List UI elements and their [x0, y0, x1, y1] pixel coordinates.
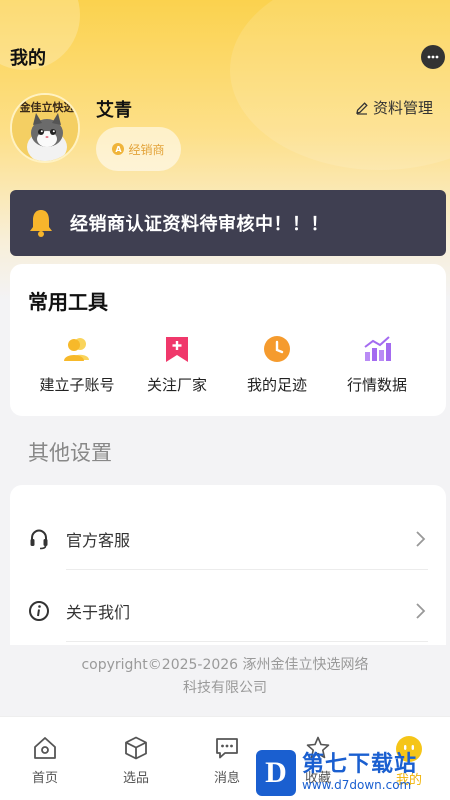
chevron-right-icon — [416, 531, 426, 547]
users-icon — [64, 338, 89, 361]
tab-messages[interactable]: 消息 — [192, 735, 262, 786]
settings-item-about-us[interactable]: 关于我们 — [10, 581, 446, 641]
tab-label: 首页 — [31, 771, 58, 786]
tool-label: 行情数据 — [346, 376, 407, 394]
settings-list: 官方客服 关于我们 — [10, 485, 446, 645]
edit-icon — [356, 101, 368, 115]
avatar-caption: 金佳立快选 — [19, 101, 75, 114]
watermark-title: 第七下载站 — [302, 752, 418, 777]
headset-icon — [30, 529, 48, 550]
settings-item-label: 关于我们 — [66, 603, 131, 622]
tool-label: 关注厂家 — [146, 376, 207, 394]
tool-create-subaccount[interactable]: 建立子账号 — [22, 334, 132, 395]
decor-circle — [230, 0, 450, 170]
common-tools-card: 常用工具 建立子账号 关注厂家 我的足迹 行情数据 — [10, 264, 446, 416]
settings-item-label: 官方客服 — [66, 531, 131, 550]
watermark-url: www.d7down.com — [302, 778, 412, 792]
role-badge: A 经销商 — [96, 127, 181, 171]
verification-notice: 经销商认证资料待审核中！！！ — [10, 190, 446, 256]
avatar[interactable]: 金佳立快选 — [10, 93, 80, 163]
message-icon — [216, 738, 238, 759]
bell-icon — [30, 210, 52, 237]
site-watermark: D 第七下载站 www.d7down.com — [256, 746, 450, 800]
info-icon — [29, 601, 49, 621]
tab-label: 选品 — [122, 771, 149, 786]
username: 艾青 — [96, 100, 132, 121]
tool-label: 建立子账号 — [39, 376, 115, 394]
bookmark-plus-icon — [166, 337, 188, 362]
watermark-logo: D — [256, 750, 296, 796]
chevron-right-icon — [416, 603, 426, 619]
copyright-line: 科技有限公司 — [183, 680, 267, 696]
tools-title: 常用工具 — [28, 290, 108, 314]
home-icon — [34, 737, 56, 759]
profile-manage-link[interactable]: 资料管理 — [355, 97, 433, 118]
tool-label: 我的足迹 — [246, 376, 307, 394]
tool-market-data[interactable]: 行情数据 — [322, 334, 432, 395]
chat-button[interactable] — [421, 45, 445, 69]
role-icon: A — [112, 143, 125, 155]
copyright-line: copyright©2025-2026 涿州金佳立快选网络 — [81, 657, 369, 673]
other-settings-title: 其他设置 — [28, 441, 112, 465]
tool-followed-factories[interactable]: 关注厂家 — [122, 334, 232, 395]
page-title: 我的 — [10, 48, 46, 69]
tab-products[interactable]: 选品 — [101, 735, 171, 786]
role-label: 经销商 — [128, 142, 165, 157]
tool-my-footprints[interactable]: 我的足迹 — [222, 334, 332, 395]
settings-item-customer-service[interactable]: 官方客服 — [10, 509, 446, 569]
bar-chart-icon — [364, 336, 391, 361]
notice-text: 经销商认证资料待审核中！！！ — [70, 214, 329, 235]
tab-label: 消息 — [213, 771, 240, 786]
divider — [66, 569, 428, 570]
profile-manage-label: 资料管理 — [373, 99, 434, 117]
copyright-text: copyright©2025-2026 涿州金佳立快选网络 科技有限公司 — [40, 654, 410, 700]
divider — [66, 641, 428, 642]
chat-bubble-icon — [427, 55, 439, 59]
clock-icon — [264, 336, 290, 362]
cube-icon — [125, 736, 147, 760]
tab-home[interactable]: 首页 — [10, 735, 80, 786]
